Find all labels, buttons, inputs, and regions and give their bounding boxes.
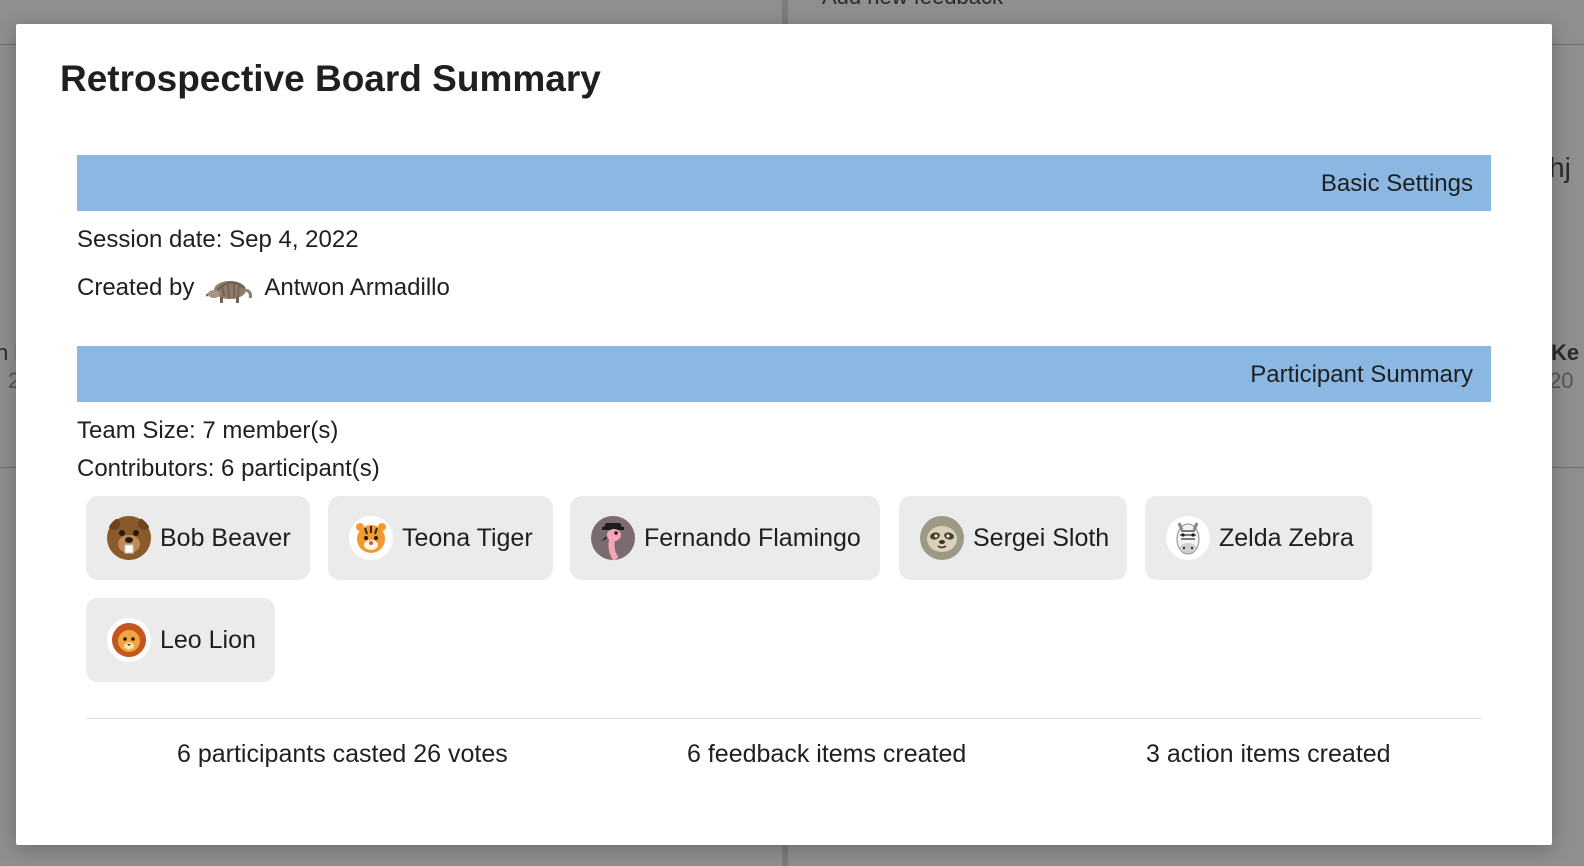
- created-by-row: Created by Antwon Armadillo: [77, 268, 450, 308]
- participant-name: Bob Beaver: [160, 523, 291, 552]
- lion-icon: [107, 618, 151, 662]
- participant-chip: Sergei Sloth: [899, 496, 1127, 580]
- participant-name: Zelda Zebra: [1219, 523, 1354, 552]
- participant-name: Leo Lion: [160, 625, 256, 654]
- participant-name: Teona Tiger: [402, 523, 533, 552]
- participant-chip: Bob Beaver: [86, 496, 310, 580]
- basic-settings-header: Basic Settings: [77, 155, 1491, 211]
- participant-chip: Teona Tiger: [328, 496, 553, 580]
- armadillo-icon: [206, 281, 253, 303]
- contributors-count: Contributors: 6 participant(s): [77, 455, 380, 482]
- stats-divider: [86, 718, 1482, 719]
- creator-name: Antwon Armadillo: [264, 274, 450, 301]
- session-date: Session date: Sep 4, 2022: [77, 226, 359, 253]
- created-by-label: Created by: [77, 274, 195, 301]
- participant-chip: Fernando Flamingo: [570, 496, 880, 580]
- participant-name: Fernando Flamingo: [644, 523, 861, 552]
- background-text-fragment: 20: [1549, 368, 1574, 393]
- participant-chip: Leo Lion: [86, 598, 275, 682]
- team-size: Team Size: 7 member(s): [77, 417, 339, 444]
- dialog-title: Retrospective Board Summary: [60, 58, 601, 99]
- background-text-fragment: Ke: [1551, 340, 1580, 365]
- votes-summary: 6 participants casted 26 votes: [177, 740, 508, 768]
- add-feedback-button-background: Add new feedback: [822, 0, 1003, 10]
- participant-name: Sergei Sloth: [973, 523, 1110, 552]
- background-text-fragment: hj: [1549, 152, 1571, 183]
- zebra-icon: [1166, 516, 1210, 560]
- participant-chip: Zelda Zebra: [1145, 496, 1372, 580]
- tiger-icon: [349, 516, 393, 560]
- flamingo-icon: [591, 516, 635, 561]
- beaver-icon: [107, 516, 151, 560]
- sloth-icon: [920, 516, 964, 560]
- summary-dialog: Retrospective Board Summary Basic Settin…: [16, 24, 1552, 845]
- action-items-summary: 3 action items created: [1146, 740, 1391, 768]
- participant-summary-header: Participant Summary: [77, 346, 1491, 402]
- feedback-summary: 6 feedback items created: [687, 740, 967, 768]
